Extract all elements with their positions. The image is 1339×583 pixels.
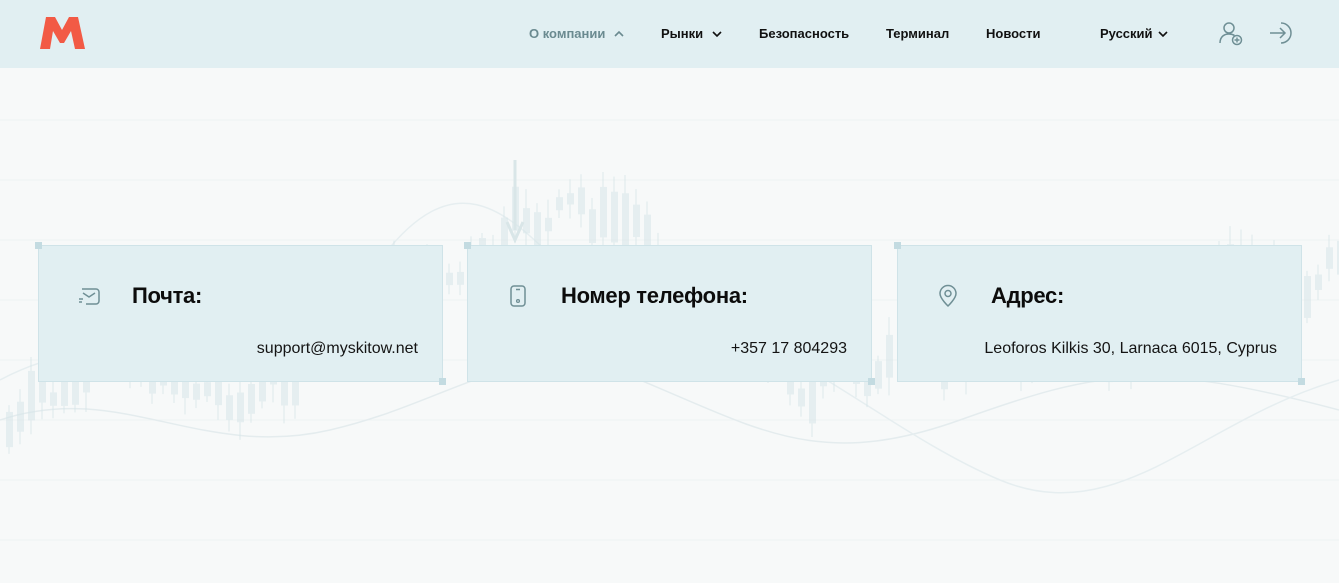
- email-value[interactable]: support@myskitow.net: [257, 340, 418, 358]
- phone-value[interactable]: +357 17 804293: [731, 340, 847, 358]
- card-corner: [1298, 378, 1305, 385]
- logo-icon[interactable]: [38, 16, 86, 50]
- language-selector[interactable]: Русский: [1100, 25, 1169, 43]
- location-pin-icon: [939, 284, 957, 308]
- site-header: О компании Рынки Безопасность Терминал Н…: [0, 0, 1339, 68]
- contact-card-address: Адрес: Leoforos Kilkis 30, Larnaca 6015,…: [894, 242, 1305, 385]
- card-title: Номер телефона:: [561, 283, 748, 308]
- card-corner: [439, 378, 446, 385]
- login-icon[interactable]: [1268, 19, 1296, 47]
- card-corner: [35, 242, 42, 249]
- address-value: Leoforos Kilkis 30, Larnaca 6015, Cyprus: [984, 340, 1277, 357]
- nav-item-label: О компании: [529, 26, 606, 41]
- card-corner: [464, 242, 471, 249]
- card-corner: [868, 378, 875, 385]
- chevron-down-icon: [1157, 31, 1168, 38]
- contact-card-email: Почта: support@myskitow.net: [35, 242, 446, 385]
- card-title: Адрес:: [991, 283, 1064, 308]
- nav-item-security[interactable]: Безопасность: [759, 25, 849, 43]
- contact-card-phone: Номер телефона: +357 17 804293: [464, 242, 875, 385]
- nav-item-terminal[interactable]: Терминал: [886, 25, 949, 43]
- nav-item-label: Новости: [986, 26, 1041, 41]
- nav-item-news[interactable]: Новости: [986, 25, 1041, 43]
- chevron-up-icon: [614, 30, 624, 37]
- nav-item-about[interactable]: О компании: [529, 25, 625, 43]
- nav-item-label: Рынки: [661, 26, 704, 41]
- nav-item-markets[interactable]: Рынки: [661, 25, 723, 43]
- phone-icon: [510, 285, 526, 307]
- card-title: Почта:: [132, 283, 203, 308]
- language-label: Русский: [1100, 26, 1153, 41]
- nav-item-label: Терминал: [886, 26, 950, 41]
- mail-icon: [79, 288, 100, 305]
- user-add-icon[interactable]: [1217, 19, 1245, 47]
- nav-item-label: Безопасность: [759, 26, 850, 41]
- card-corner: [894, 242, 901, 249]
- chevron-down-icon: [712, 31, 722, 38]
